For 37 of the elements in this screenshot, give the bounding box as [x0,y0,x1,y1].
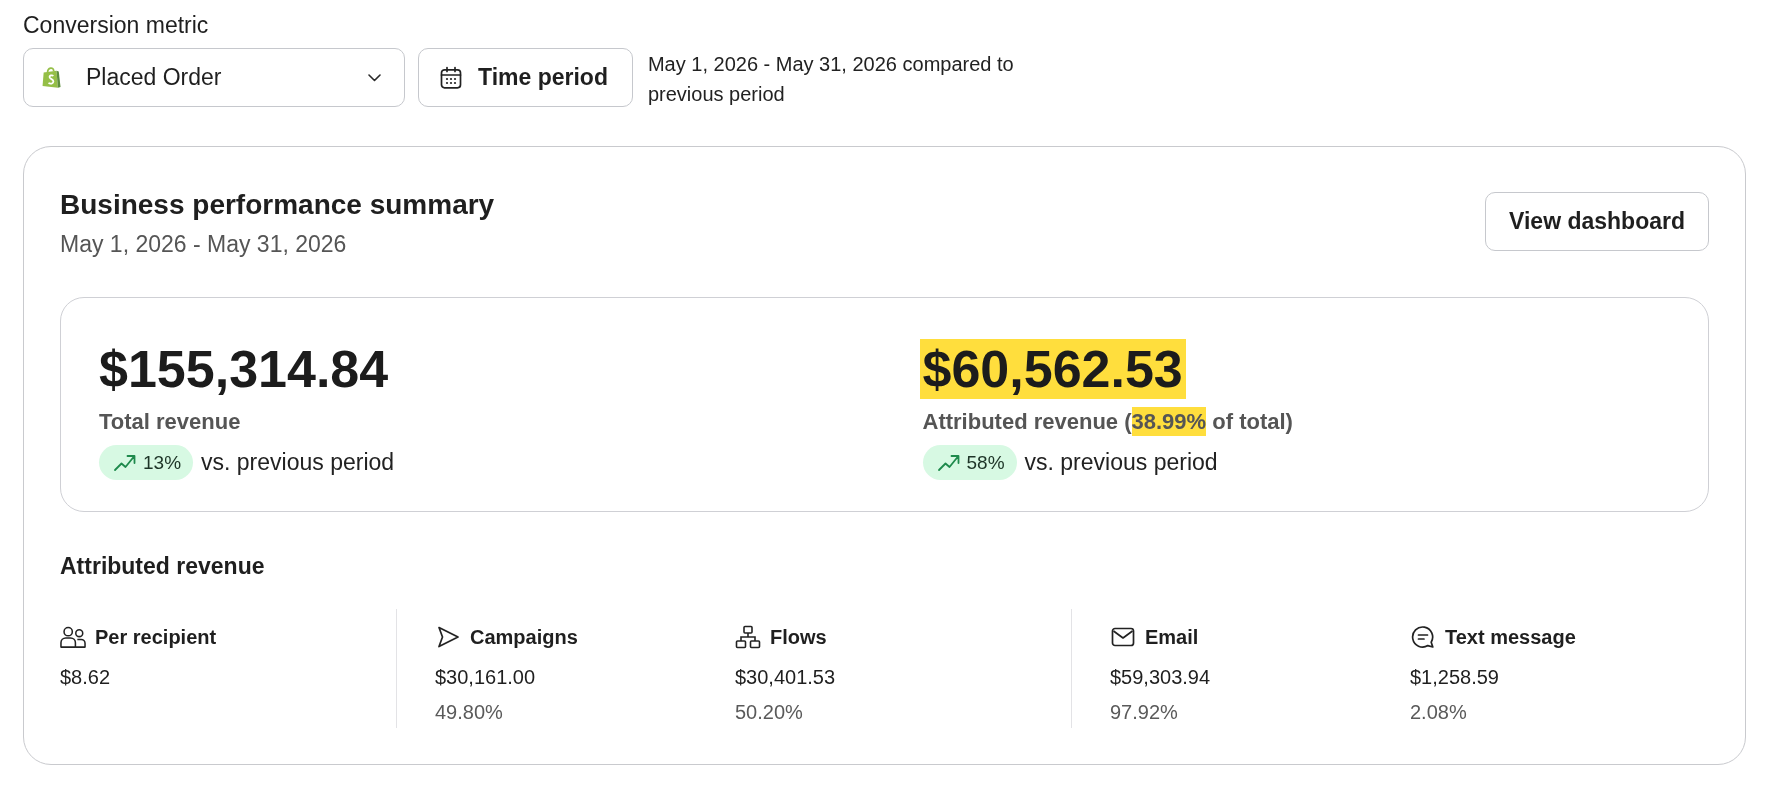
metric-share: 49.80% [435,701,503,723]
shopping-bag-icon [42,66,61,89]
calendar-icon [439,65,463,90]
hierarchy-icon [735,625,761,649]
section-title: Attributed revenue [60,553,265,579]
metric-share: 2.08% [1410,701,1467,723]
revenue-amount: $60,562.53 [919,339,1186,399]
conversion-metric-dropdown[interactable]: Placed Order [23,48,405,107]
people-icon [60,625,86,649]
chat-bubble-icon [1410,625,1436,649]
metric-value: $30,161.00 [435,666,536,688]
metric-share: 97.92% [1110,701,1178,723]
change-value: 13% [143,451,182,474]
comparison-text: vs. previous period [201,449,395,476]
metric-value: $8.62 [60,666,111,688]
metric-value: $30,401.53 [735,666,836,688]
metric-label: Text message [1445,625,1576,650]
date-range-description: May 1, 2026 - May 31, 2026 compared to previous period [647,52,1015,107]
summary-date-range: May 1, 2026 - May 31, 2026 [60,230,347,259]
metric-label: Flows [770,625,827,650]
comparison-text: vs. previous period [1024,449,1218,476]
revenue-label: Total revenue [99,409,241,434]
metric-value: $1,258.59 [1410,666,1499,688]
metric-share: 50.20% [735,701,803,723]
summary-title: Business performance summary [60,188,495,222]
send-icon [435,625,461,649]
metric-label: Per recipient [95,625,217,650]
envelope-icon [1110,625,1136,649]
change-value: 58% [966,451,1005,474]
metric-label: Email [1145,625,1199,650]
metric-value: $59,303.94 [1110,666,1211,688]
chevron-down-icon [368,73,381,82]
metric-label: Campaigns [470,625,578,650]
time-period-button[interactable]: Time period [418,48,633,107]
field-label: Conversion metric [23,11,209,39]
revenue-amount: $155,314.84 [98,339,390,399]
view-dashboard-button[interactable]: View dashboard [1485,192,1709,251]
